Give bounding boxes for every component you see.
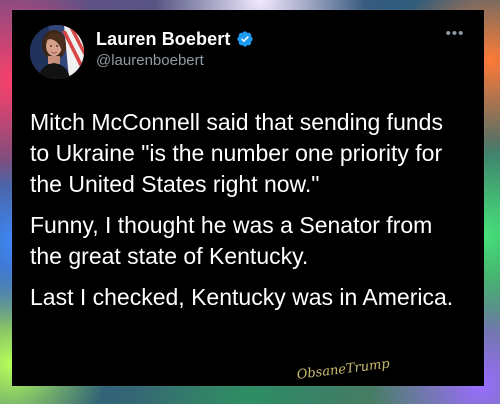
tweet-paragraph: Funny, I thought he was a Senator from t… bbox=[30, 212, 433, 269]
tweet-header: Lauren Boebert @laurenboebert ••• bbox=[30, 25, 466, 85]
account-identity: Lauren Boebert @laurenboebert bbox=[96, 28, 254, 71]
account-handle[interactable]: @laurenboebert bbox=[96, 51, 254, 71]
verified-badge-icon bbox=[237, 31, 254, 47]
tweet-paragraph: Mitch McConnell said that sending funds … bbox=[30, 109, 443, 197]
display-name[interactable]: Lauren Boebert bbox=[96, 28, 230, 50]
tweet-card: Lauren Boebert @laurenboebert ••• Mitch … bbox=[12, 10, 484, 386]
display-name-row: Lauren Boebert bbox=[96, 28, 254, 50]
more-options-icon[interactable]: ••• bbox=[444, 26, 466, 41]
tweet-text: Mitch McConnell said that sending funds … bbox=[30, 107, 468, 313]
avatar[interactable] bbox=[30, 25, 84, 79]
tweet-paragraph: Last I checked, Kentucky was in America. bbox=[30, 284, 454, 310]
